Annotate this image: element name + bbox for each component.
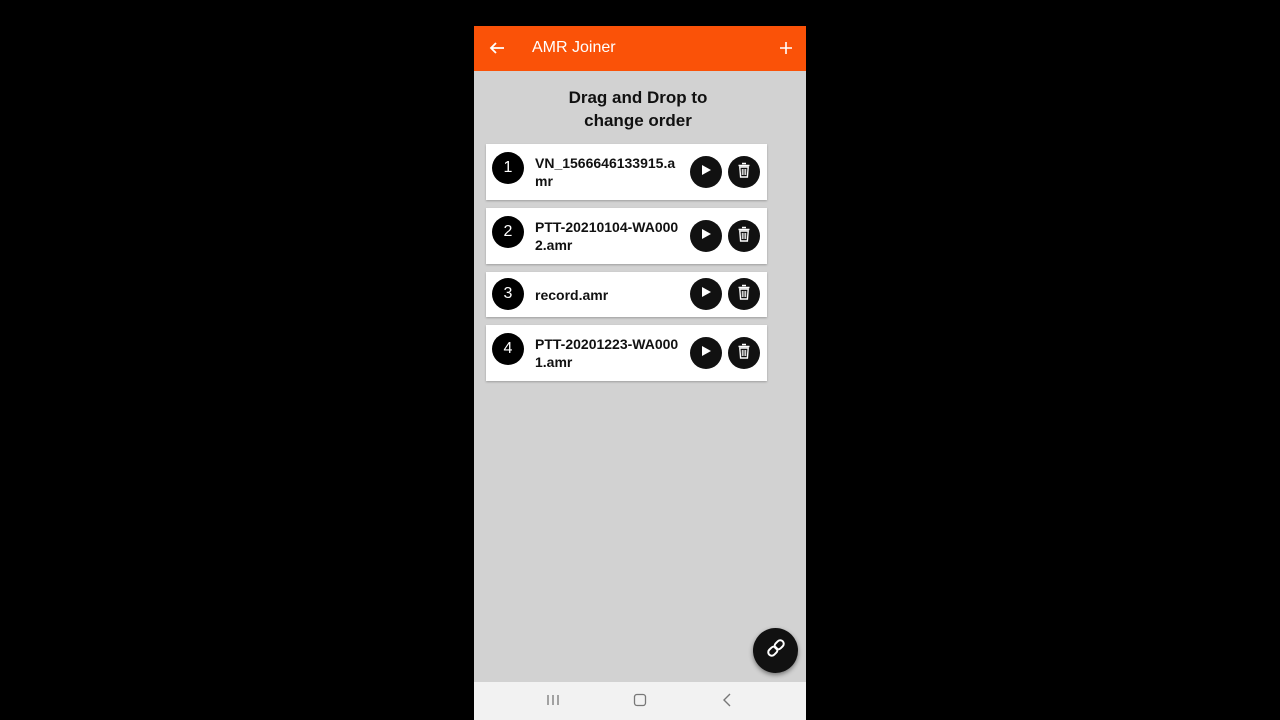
file-name: PTT-20210104-WA0002.amr (535, 219, 679, 253)
home-icon[interactable] (627, 688, 653, 712)
item-number: 4 (492, 333, 524, 365)
trash-icon (736, 343, 752, 364)
play-icon (700, 163, 712, 181)
play-icon (700, 344, 712, 362)
instruction-heading: Drag and Drop to change order (474, 86, 802, 132)
file-item[interactable]: 2 PTT-20210104-WA0002.amr (486, 208, 767, 264)
play-icon (700, 285, 712, 303)
system-navigation-bar (474, 682, 806, 720)
delete-button[interactable] (728, 220, 760, 252)
plus-icon[interactable] (774, 36, 798, 60)
join-button[interactable] (753, 628, 798, 673)
play-icon (700, 227, 712, 245)
trash-icon (736, 284, 752, 305)
instruction-line-2: change order (584, 111, 692, 130)
instruction-line-1: Drag and Drop to (568, 88, 708, 107)
delete-button[interactable] (728, 278, 760, 310)
link-icon (765, 637, 787, 664)
item-number: 2 (492, 216, 524, 248)
play-button[interactable] (690, 220, 722, 252)
file-name: VN_1566646133915.amr (535, 155, 676, 189)
play-button[interactable] (690, 278, 722, 310)
file-name: PTT-20201223-WA0001.amr (535, 336, 679, 370)
delete-button[interactable] (728, 156, 760, 188)
trash-icon (736, 226, 752, 247)
item-number: 1 (492, 152, 524, 184)
delete-button[interactable] (728, 337, 760, 369)
recents-icon[interactable] (540, 688, 566, 712)
app-title: AMR Joiner (532, 39, 616, 56)
file-item[interactable]: 1 VN_1566646133915.amr (486, 144, 767, 200)
play-button[interactable] (690, 156, 722, 188)
file-item[interactable]: 4 PTT-20201223-WA0001.amr (486, 325, 767, 381)
nav-back-icon[interactable] (714, 688, 740, 712)
app-bar: AMR Joiner (474, 26, 806, 71)
phone-screen: AMR Joiner Drag and Drop to change order… (474, 26, 806, 720)
play-button[interactable] (690, 337, 722, 369)
trash-icon (736, 162, 752, 183)
file-name: record.amr (535, 287, 609, 303)
arrow-left-icon[interactable] (486, 36, 508, 60)
item-number: 3 (492, 278, 524, 310)
file-item[interactable]: 3 record.amr (486, 272, 767, 317)
